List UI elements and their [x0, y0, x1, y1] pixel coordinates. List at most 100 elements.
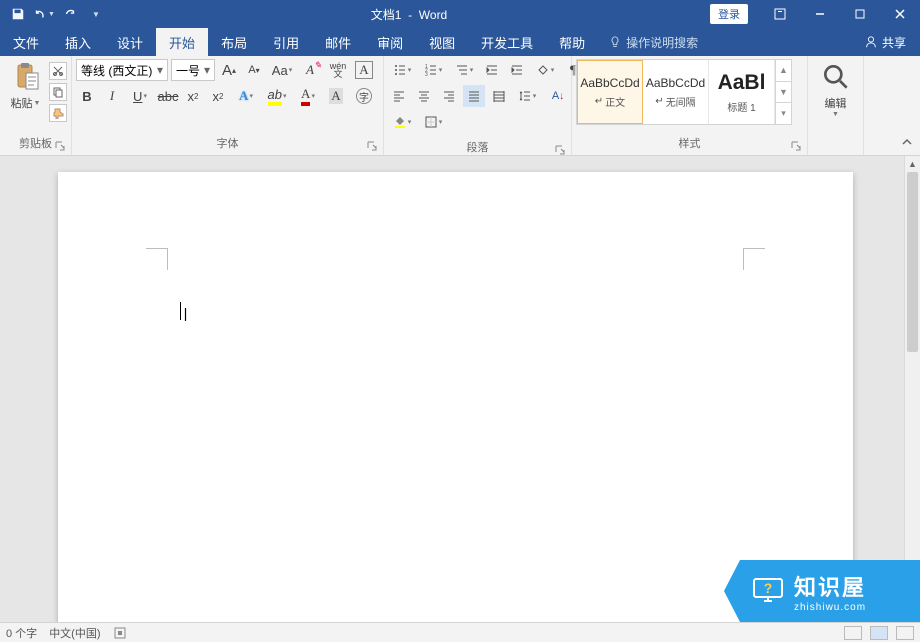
print-layout-button[interactable] — [870, 626, 888, 640]
collapse-ribbon-button[interactable] — [898, 133, 916, 151]
word-count[interactable]: 0 个字 — [6, 625, 37, 641]
highlight-button[interactable]: ab▾ — [263, 85, 291, 107]
align-distributed-button[interactable] — [488, 85, 510, 107]
login-button[interactable]: 登录 — [710, 4, 748, 24]
borders-button[interactable]: ▾ — [419, 111, 447, 133]
dialog-launcher-icon[interactable] — [367, 141, 377, 151]
font-family-combo[interactable]: 等线 (西文正)▾ — [76, 59, 168, 81]
document-area[interactable]: I — [0, 156, 904, 622]
language-status[interactable]: 中文(中国) — [49, 625, 100, 641]
title-bar: ▼ ▼ 文档1 - Word 登录 — [0, 0, 920, 28]
group-clipboard: 粘贴▼ 剪贴板 — [0, 56, 72, 155]
undo-button[interactable]: ▼ — [32, 2, 56, 26]
group-editing: 编辑 ▼ — [808, 56, 864, 155]
copy-button[interactable] — [49, 83, 67, 101]
ribbon-options-button[interactable] — [760, 0, 800, 28]
paste-button[interactable]: 粘贴▼ — [4, 59, 47, 111]
increase-indent-button[interactable] — [506, 59, 528, 81]
dialog-launcher-icon[interactable] — [555, 145, 565, 155]
find-icon — [820, 61, 852, 93]
italic-button[interactable]: I — [101, 85, 123, 107]
status-bar: 0 个字 中文(中国) — [0, 622, 920, 642]
tab-help[interactable]: 帮助 — [546, 28, 598, 56]
clear-formatting-button[interactable]: A✎ — [299, 59, 321, 81]
asian-layout-button[interactable]: ▾ — [531, 59, 559, 81]
watermark-badge: ? 知识屋 zhishiwu.com — [740, 560, 920, 622]
phonetic-guide-button[interactable]: wén文 — [324, 59, 352, 81]
web-layout-button[interactable] — [896, 626, 914, 640]
share-button[interactable]: 共享 — [850, 28, 920, 56]
styles-gallery: AaBbCcDd ↵正文 AaBbCcDd ↵无间隔 AaBl 标题 1 ▲ ▼… — [576, 59, 792, 125]
scroll-thumb[interactable] — [907, 172, 918, 352]
cut-button[interactable] — [49, 62, 67, 80]
dialog-launcher-icon[interactable] — [791, 141, 801, 151]
watermark-title: 知识屋 — [794, 570, 866, 602]
ibeam-pointer: I — [184, 305, 188, 326]
style-normal[interactable]: AaBbCcDd ↵正文 — [577, 60, 643, 124]
person-icon — [864, 35, 878, 49]
strikethrough-button[interactable]: abc — [157, 85, 179, 107]
gallery-up-button[interactable]: ▲ — [776, 60, 791, 81]
underline-button[interactable]: U▾ — [126, 85, 154, 107]
tell-me-search[interactable]: 操作说明搜索 — [598, 28, 708, 56]
align-justify-button[interactable] — [463, 85, 485, 107]
enclose-characters-button[interactable]: 字 — [350, 85, 378, 107]
align-center-button[interactable] — [413, 85, 435, 107]
tab-file[interactable]: 文件 — [0, 28, 52, 56]
format-painter-button[interactable] — [49, 104, 67, 122]
tab-mailings[interactable]: 邮件 — [312, 28, 364, 56]
tab-layout[interactable]: 布局 — [208, 28, 260, 56]
style-no-spacing[interactable]: AaBbCcDd ↵无间隔 — [643, 60, 709, 124]
tab-references[interactable]: 引用 — [260, 28, 312, 56]
change-case-button[interactable]: Aa▾ — [268, 59, 296, 81]
tab-home[interactable]: 开始 — [156, 28, 208, 56]
font-color-button[interactable]: A▾ — [294, 85, 322, 107]
tab-insert[interactable]: 插入 — [52, 28, 104, 56]
gallery-more-button[interactable]: ▾ — [776, 102, 791, 124]
sort-button[interactable]: A↓ — [544, 85, 572, 107]
read-mode-button[interactable] — [844, 626, 862, 640]
group-label-clipboard: 剪贴板 — [4, 133, 67, 155]
superscript-button[interactable]: x2 — [207, 85, 229, 107]
grow-font-button[interactable]: A▴ — [218, 59, 240, 81]
bullets-button[interactable]: ▾ — [388, 59, 416, 81]
character-shading-button[interactable]: A — [325, 85, 347, 107]
page[interactable]: I — [58, 172, 853, 622]
close-button[interactable] — [880, 0, 920, 28]
vertical-scrollbar[interactable]: ▲ ▼ — [904, 156, 920, 622]
align-right-button[interactable] — [438, 85, 460, 107]
numbering-button[interactable]: 123▾ — [419, 59, 447, 81]
editing-button[interactable]: 编辑 ▼ — [816, 59, 856, 118]
margin-mark-top-left — [146, 248, 168, 270]
quick-access-toolbar: ▼ ▼ — [0, 2, 108, 26]
redo-button[interactable] — [58, 2, 82, 26]
macro-icon[interactable] — [113, 626, 127, 640]
tab-developer[interactable]: 开发工具 — [468, 28, 546, 56]
font-size-combo[interactable]: 一号▾ — [171, 59, 215, 81]
ribbon: 粘贴▼ 剪贴板 等线 (西文正)▾ 一号▾ A▴ A▾ Aa▾ A✎ wén文 … — [0, 56, 920, 156]
tab-view[interactable]: 视图 — [416, 28, 468, 56]
qat-customize-button[interactable]: ▼ — [84, 2, 108, 26]
character-border-button[interactable]: A — [355, 61, 373, 79]
gallery-down-button[interactable]: ▼ — [776, 81, 791, 103]
chevron-up-icon — [901, 136, 913, 148]
style-heading1[interactable]: AaBl 标题 1 — [709, 60, 775, 124]
text-effects-button[interactable]: A▾ — [232, 85, 260, 107]
bold-button[interactable]: B — [76, 85, 98, 107]
subscript-button[interactable]: x2 — [182, 85, 204, 107]
tab-review[interactable]: 审阅 — [364, 28, 416, 56]
group-label-styles: 样式 — [576, 133, 803, 155]
dialog-launcher-icon[interactable] — [55, 141, 65, 151]
line-spacing-button[interactable]: ▾ — [513, 85, 541, 107]
shrink-font-button[interactable]: A▾ — [243, 59, 265, 81]
shading-button[interactable]: ▾ — [388, 111, 416, 133]
tab-design[interactable]: 设计 — [104, 28, 156, 56]
align-left-button[interactable] — [388, 85, 410, 107]
decrease-indent-button[interactable] — [481, 59, 503, 81]
text-cursor — [180, 302, 181, 320]
scroll-up-button[interactable]: ▲ — [905, 156, 920, 172]
save-button[interactable] — [6, 2, 30, 26]
maximize-button[interactable] — [840, 0, 880, 28]
multilevel-list-button[interactable]: ▾ — [450, 59, 478, 81]
minimize-button[interactable] — [800, 0, 840, 28]
